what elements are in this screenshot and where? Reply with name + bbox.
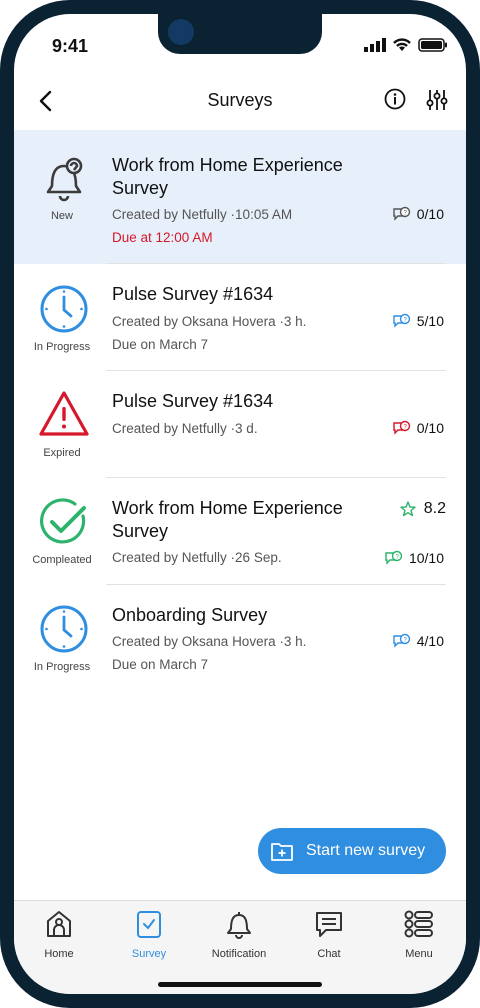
- signal-icon: [364, 38, 386, 52]
- tab-home[interactable]: Home: [14, 909, 104, 960]
- tab-label: Chat: [317, 948, 341, 960]
- chat-icon: [316, 912, 342, 937]
- bottom-tab-bar: Home Survey Notification Chat Menu: [14, 900, 466, 994]
- survey-icon: [137, 911, 161, 938]
- bell-new-icon: [46, 157, 83, 202]
- responses-icon: ?: [393, 313, 410, 328]
- survey-due: Due on March 7: [112, 657, 209, 672]
- check-circle-icon: [40, 498, 86, 544]
- info-icon[interactable]: [384, 88, 406, 110]
- survey-meta: Created by Oksana Hovera ·3 h.: [112, 634, 307, 649]
- tab-survey[interactable]: Survey: [104, 909, 194, 960]
- start-new-survey-label: Start new survey: [306, 842, 426, 859]
- count-value: 5/10: [416, 313, 444, 329]
- clock-icon: [40, 285, 88, 333]
- survey-row-selected[interactable]: New Work from Home Experience Survey Cre…: [14, 130, 466, 264]
- responses-icon: ?: [393, 420, 410, 435]
- wifi-icon: [393, 38, 411, 51]
- bell-icon: [227, 912, 251, 939]
- status-label: Expired: [43, 447, 81, 459]
- filter-settings-icon[interactable]: [426, 88, 448, 112]
- battery-icon: [418, 38, 447, 52]
- status-label: Compleated: [32, 554, 92, 566]
- start-new-survey-button[interactable]: Start new survey: [258, 828, 446, 874]
- survey-list: New Work from Home Experience Survey Cre…: [14, 130, 466, 692]
- tab-chat[interactable]: Chat: [284, 909, 374, 960]
- rating-value: 8.2: [423, 500, 446, 517]
- tab-notification[interactable]: Notification: [194, 909, 284, 960]
- response-count: ? 10/10: [385, 550, 444, 566]
- home-indicator: [158, 982, 322, 987]
- survey-title: Onboarding Survey: [112, 605, 268, 625]
- survey-title: Pulse Survey #1634: [112, 284, 274, 304]
- tab-label: Home: [44, 948, 74, 960]
- warning-icon: [39, 391, 89, 436]
- responses-icon: ?: [393, 633, 410, 648]
- survey-title: Work from Home Experience Survey: [112, 155, 343, 198]
- count-value: 0/10: [416, 206, 444, 222]
- menu-icon: [404, 910, 433, 938]
- tab-label: Menu: [405, 948, 433, 960]
- survey-due: Due on March 7: [112, 337, 209, 352]
- status-label: In Progress: [33, 661, 91, 673]
- status-time: 9:41: [52, 36, 89, 56]
- count-value: 4/10: [416, 633, 444, 649]
- responses-icon: ?: [393, 206, 410, 221]
- status-label: New: [50, 210, 73, 222]
- camera: [168, 19, 194, 45]
- response-count: ? 0/10: [393, 206, 444, 222]
- survey-title: Work from Home Experience Survey: [112, 498, 343, 541]
- device-frame: 9:41 Surveys New Work from Home Experien…: [0, 0, 480, 1008]
- survey-row[interactable]: Expired Pulse Survey #1634 Created by Ne…: [14, 371, 466, 478]
- survey-meta: Created by Netfully ·10:05 AM: [112, 207, 293, 222]
- survey-row[interactable]: Compleated Work from Home Experience Sur…: [14, 478, 466, 585]
- response-count: ? 5/10: [393, 313, 444, 329]
- star-icon: [400, 501, 416, 517]
- survey-meta: Created by Oksana Hovera ·3 h.: [112, 314, 307, 329]
- app-header: Surveys: [14, 74, 466, 130]
- new-folder-icon: [271, 843, 293, 861]
- status-label: In Progress: [33, 341, 91, 353]
- clock-icon: [40, 605, 88, 653]
- response-count: ? 4/10: [393, 633, 444, 649]
- survey-meta: Created by Netfully ·26 Sep.: [112, 550, 282, 565]
- home-icon: [47, 911, 71, 937]
- survey-title: Pulse Survey #1634: [112, 391, 274, 411]
- survey-rating: 8.2: [400, 500, 446, 518]
- screen: 9:41 Surveys New Work from Home Experien…: [14, 14, 466, 994]
- survey-row[interactable]: In Progress Pulse Survey #1634 Created b…: [14, 264, 466, 371]
- response-count: ? 0/10: [393, 420, 444, 436]
- tab-menu[interactable]: Menu: [374, 909, 464, 960]
- count-value: 0/10: [416, 420, 444, 436]
- tab-label: Notification: [211, 948, 267, 960]
- count-value: 10/10: [408, 550, 444, 566]
- survey-row[interactable]: In Progress Onboarding Survey Created by…: [14, 585, 466, 692]
- tab-label: Survey: [131, 948, 167, 960]
- survey-meta: Created by Netfully ·3 d.: [112, 421, 258, 436]
- status-icons: [364, 38, 448, 52]
- survey-due: Due at 12:00 AM: [112, 230, 213, 245]
- responses-icon: ?: [385, 550, 403, 565]
